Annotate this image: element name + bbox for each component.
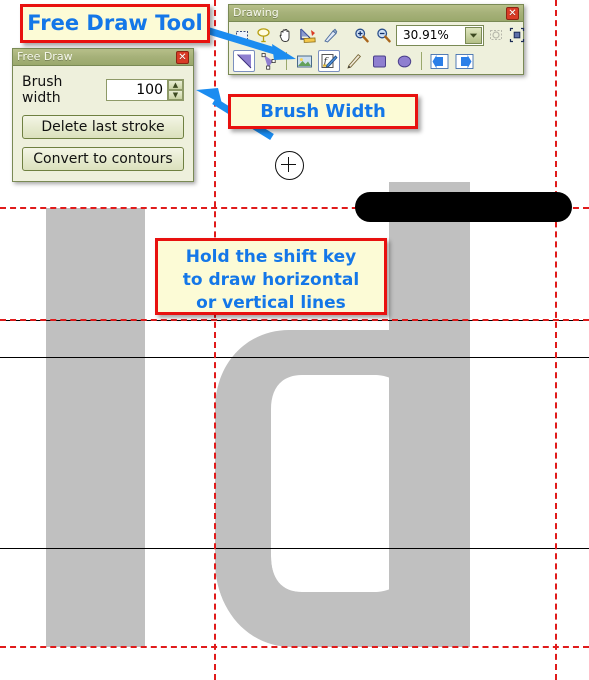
guide-horizontal-baseline[interactable] <box>0 646 589 648</box>
drawing-toolbar-window[interactable]: Drawing ✕ 30.91% f <box>228 4 526 75</box>
brush-width-stepper[interactable]: ▲ ▼ <box>106 79 184 101</box>
close-icon[interactable]: ✕ <box>176 50 189 64</box>
convert-to-contours-button[interactable]: Convert to contours <box>22 147 184 171</box>
glyph-edit-canvas[interactable]: Drawing ✕ 30.91% f Free Draw ✕ Brush wid… <box>0 0 589 680</box>
fit-to-window-icon[interactable] <box>508 24 526 46</box>
marquee-select-icon[interactable] <box>233 24 251 46</box>
callout-shift-key: Hold the shift key to draw horizontal or… <box>155 238 387 315</box>
guide-vertical-left-sidebearing[interactable] <box>214 0 216 680</box>
callout-shift-line-1: Hold the shift key <box>185 247 357 267</box>
callout-shift-line-2: to draw horizontal <box>182 270 360 290</box>
callout-shift-line-3: or vertical lines <box>196 293 346 313</box>
chevron-down-icon[interactable] <box>465 26 482 44</box>
zoom-in-icon[interactable] <box>352 24 371 46</box>
corner-point-icon[interactable] <box>233 50 255 72</box>
hand-pan-icon[interactable] <box>276 24 295 46</box>
drawing-toolbar-row-1: 30.91% <box>229 22 526 48</box>
brush-width-spinner-buttons[interactable]: ▲ ▼ <box>167 80 183 100</box>
arrow-left-icon[interactable] <box>428 50 450 72</box>
free-draw-stroke[interactable] <box>355 192 572 222</box>
guide-vertical-right-sidebearing[interactable] <box>555 0 557 680</box>
free-draw-panel[interactable]: Free Draw ✕ Brush width ▲ ▼ Delete last … <box>12 48 194 182</box>
free-draw-icon[interactable]: f <box>318 50 340 72</box>
brush-width-row: Brush width ▲ ▼ <box>22 74 184 106</box>
spinner-down-icon[interactable]: ▼ <box>168 90 183 100</box>
spinner-up-icon[interactable]: ▲ <box>168 80 183 90</box>
drawing-toolbar-title: Drawing <box>233 6 279 19</box>
zoom-level-value: 30.91% <box>403 28 449 42</box>
zoom-out-icon[interactable] <box>374 24 393 46</box>
drawing-toolbar-close-icon[interactable]: ✕ <box>506 6 519 20</box>
free-draw-titlebar[interactable]: Free Draw ✕ <box>13 49 193 66</box>
rectangle-icon[interactable] <box>368 50 390 72</box>
brush-width-input[interactable] <box>107 80 167 100</box>
arrow-right-icon[interactable] <box>453 50 475 72</box>
toolbar-separator <box>286 52 287 70</box>
brush-width-label: Brush width <box>22 74 63 106</box>
toolbar-separator <box>421 52 422 70</box>
pencil-icon[interactable] <box>343 50 365 72</box>
free-draw-body: Brush width ▲ ▼ Delete last stroke Conve… <box>13 66 193 181</box>
knife-cut-icon[interactable] <box>321 24 340 46</box>
drawing-toolbar-row-2: f <box>229 48 523 74</box>
guide-horizontal-baseline-upper[interactable] <box>0 548 589 549</box>
measure-ruler-icon[interactable] <box>298 24 318 46</box>
lasso-icon[interactable] <box>254 24 273 46</box>
free-draw-title: Free Draw <box>17 50 73 63</box>
guide-horizontal-overshoot[interactable] <box>0 357 589 358</box>
crosshair-cursor-icon <box>275 151 304 180</box>
callout-free-draw-tool: Free Draw Tool <box>20 4 210 43</box>
curve-point-icon[interactable] <box>258 50 280 72</box>
delete-last-stroke-button[interactable]: Delete last stroke <box>22 115 184 139</box>
zoom-level-combobox[interactable]: 30.91% <box>396 24 484 46</box>
ellipse-icon[interactable] <box>393 50 415 72</box>
guide-horizontal-xheight[interactable] <box>0 319 589 321</box>
image-import-icon[interactable] <box>293 50 315 72</box>
drawing-toolbar-titlebar[interactable]: Drawing ✕ <box>229 5 523 22</box>
callout-brush-width: Brush Width <box>228 94 418 129</box>
zoom-to-selection-icon[interactable] <box>487 24 505 46</box>
